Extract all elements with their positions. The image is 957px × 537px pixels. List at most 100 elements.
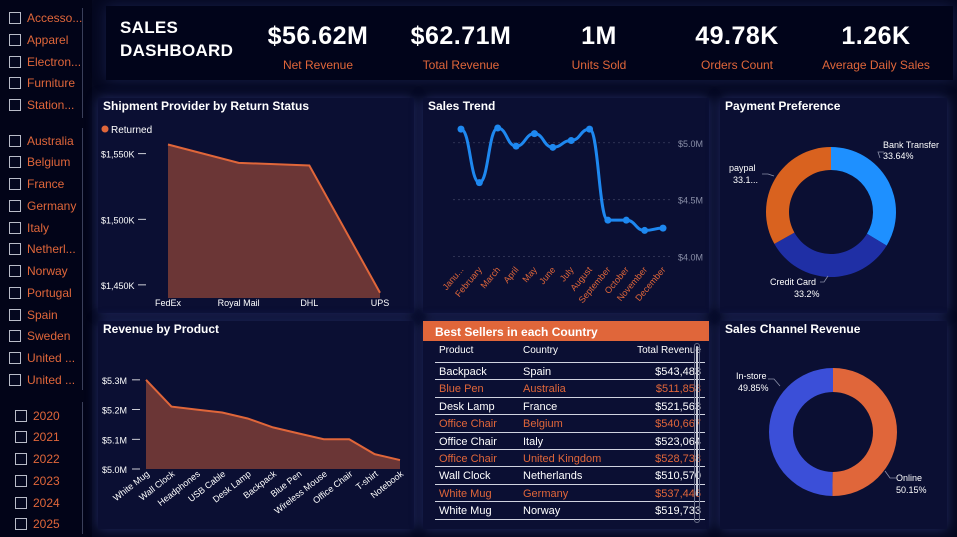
filter-item-categories[interactable]: Station... [9,97,74,113]
filter-checkbox[interactable] [9,222,21,234]
table-row[interactable]: Wall Clock Netherlands $510,570 [435,467,705,485]
column-header-total-revenue[interactable]: Total Revenue [637,345,701,356]
table-row[interactable]: Office Chair United Kingdom $528,738 [435,450,705,468]
filter-checkbox[interactable] [9,352,21,364]
filter-label: Belgium [27,155,71,169]
column-header-country[interactable]: Country [523,345,558,356]
scrollbar-thumb[interactable] [696,346,698,496]
sidebar-divider [82,402,83,534]
filter-checkbox[interactable] [9,200,21,212]
revenue-by-product-chart: $5.0M$5.1M$5.2M$5.3MWhite MugWall ClockH… [102,376,406,516]
filter-checkbox[interactable] [15,497,27,509]
area-fill [146,379,400,469]
filter-checkbox[interactable] [9,178,21,190]
filter-item-countries[interactable]: Norway [9,263,68,279]
filter-label: France [27,177,65,191]
filter-item-countries[interactable]: France [9,176,64,192]
x-tick-label: Royal Mail [218,298,260,308]
title-line-1: SALES [120,18,179,37]
filter-item-years[interactable]: 2020 [15,408,60,424]
filter-checkbox[interactable] [9,34,21,46]
pie-slice [774,232,887,277]
filter-item-categories[interactable]: Apparel [9,32,68,48]
filter-item-countries[interactable]: Sweden [9,328,70,344]
filter-checkbox[interactable] [9,330,21,342]
shipment-provider-chart: Returned $1,450K $1,500K $1,550K FedEx Royal … [101,125,389,308]
table-cell: Australia [523,383,566,396]
filter-label: 2024 [33,496,60,510]
filter-item-countries[interactable]: Netherl... [9,241,76,257]
slice-value: 50.15% [896,485,927,495]
filter-item-countries[interactable]: Spain [9,307,58,323]
data-point [567,136,575,144]
filter-checkbox[interactable] [15,518,27,530]
data-point [659,224,667,232]
kpi-header: SALES DASHBOARD $56.62M Net Revenue $62.… [106,6,953,80]
filter-item-countries[interactable]: Australia [9,133,74,149]
filter-item-categories[interactable]: Furniture [9,75,75,91]
filter-checkbox[interactable] [9,287,21,299]
filter-checkbox[interactable] [15,453,27,465]
filter-item-years[interactable]: 2022 [15,451,60,467]
filter-checkbox[interactable] [9,243,21,255]
filter-checkbox[interactable] [9,156,21,168]
data-point [530,130,538,138]
filter-label: 2023 [33,474,60,488]
kpi-value: 49.78K [695,22,779,50]
filter-item-years[interactable]: 2023 [15,473,60,489]
data-point [549,143,557,151]
x-tick-label: FedEx [155,298,182,308]
y-tick-label: $1,450K [101,281,135,291]
filter-checkbox[interactable] [9,135,21,147]
filter-checkbox[interactable] [9,77,21,89]
revenue-by-product-panel: Revenue by Product $5.0M $5.1M $5.2M $5.3M W… [98,321,414,529]
slice-label: Credit Card [770,277,816,287]
filter-checkbox[interactable] [9,56,21,68]
filter-item-countries[interactable]: Portugal [9,285,72,301]
leader-line [762,173,775,177]
filter-label: Accesso... [27,11,83,25]
table-row[interactable]: Office Chair Italy $523,064 [435,433,705,450]
filter-item-years[interactable]: 2025 [15,516,60,532]
title-line-2: DASHBOARD [120,41,234,60]
table-row[interactable]: Desk Lamp France $521,563 [435,398,705,416]
filter-checkbox[interactable] [9,374,21,386]
kpi-value: $56.62M [267,22,369,50]
filter-label: Station... [27,98,75,112]
filter-item-countries[interactable]: Italy [9,220,49,236]
legend-label: Returned [111,125,152,136]
filter-checkbox[interactable] [9,309,21,321]
filter-item-categories[interactable]: Electron... [9,54,81,70]
data-point [457,125,465,133]
table-cell: Desk Lamp [439,400,495,413]
y-tick-label: $1,550K [101,150,135,160]
table-row[interactable]: Backpack Spain $543,483 [435,363,705,381]
filter-item-countries[interactable]: United ... [9,372,75,388]
filter-checkbox[interactable] [15,431,27,443]
filter-label: 2025 [33,517,60,531]
kpi-value: 1.26K [841,22,911,50]
filter-item-countries[interactable]: Belgium [9,154,70,170]
filter-checkbox[interactable] [9,12,21,24]
table-row[interactable]: Office Chair Belgium $540,667 [435,415,705,433]
slice-label: paypal [729,163,756,173]
filter-checkbox[interactable] [9,265,21,277]
filter-checkbox[interactable] [15,410,27,422]
table-row[interactable]: White Mug Germany $537,446 [435,485,705,503]
table-row[interactable]: White Mug Norway $519,733 [435,502,705,520]
filter-label: Italy [27,221,50,235]
filter-item-countries[interactable]: United ... [9,350,75,366]
filter-checkbox[interactable] [15,475,27,487]
filter-item-categories[interactable]: Accesso... [9,10,82,26]
dashboard-title: SALES DASHBOARD [120,16,233,62]
column-header-product[interactable]: Product [439,345,473,356]
filter-checkbox[interactable] [9,99,21,111]
table-scrollbar[interactable] [694,343,700,523]
filter-item-countries[interactable]: Germany [9,198,76,214]
table-cell: Spain [523,366,552,378]
series-line [460,126,664,232]
filter-item-years[interactable]: 2024 [15,495,60,511]
y-tick-label: $5.0M [678,139,703,149]
table-row[interactable]: Blue Pen Australia $511,858 [435,380,705,398]
filter-item-years[interactable]: 2021 [15,429,60,445]
